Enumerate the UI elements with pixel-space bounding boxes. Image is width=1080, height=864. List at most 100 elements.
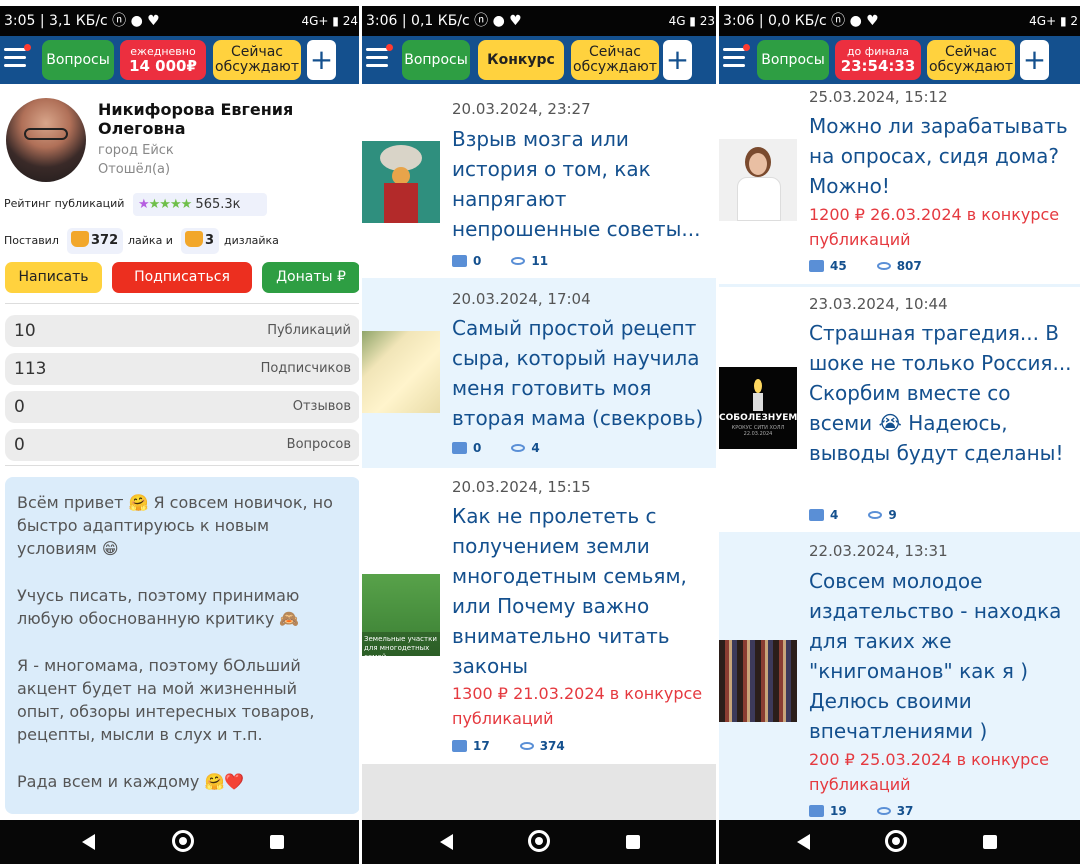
post-meta: 04 <box>452 441 540 455</box>
avatar[interactable] <box>6 98 86 182</box>
post-card[interactable]: 20.03.2024, 17:04 Самый простой рецепт с… <box>362 278 717 468</box>
comment-icon <box>452 442 467 454</box>
eye-icon <box>876 807 891 815</box>
thumbnail-subcaption: КРОКУС СИТИ ХОЛЛ 22.03.2024 <box>731 425 785 437</box>
divider <box>5 465 360 466</box>
post-meta: 17 374 <box>452 739 565 753</box>
post-card[interactable]: 25.03.2024, 15:12 Можно ли зарабатывать … <box>719 84 1080 284</box>
now-discussing-button[interactable]: Сейчас обсуждают <box>213 40 301 80</box>
status-bar: 3:05 | 3,1 КБ/с ⓝ ● ♥ 4G+ ▮ 24 <box>0 6 360 36</box>
add-button[interactable]: + <box>1020 40 1049 80</box>
post-thumbnail: СОБОЛЕЗНУЕМ КРОКУС СИТИ ХОЛЛ 22.03.2024 <box>719 367 797 449</box>
post-date: 20.03.2024, 23:27 <box>452 100 591 118</box>
now-discussing-button[interactable]: Сейчас обсуждают <box>927 40 1015 80</box>
status-right: 4G+ ▮ 24 <box>301 14 359 28</box>
contest-label: Конкурс <box>487 51 555 68</box>
recents-icon[interactable] <box>983 835 997 849</box>
status-bar: 3:06 | 0,0 КБ/с ⓝ ● ♥ 4G+ ▮ 2 <box>719 6 1080 36</box>
post-meta: 19 37 <box>809 804 913 818</box>
write-button[interactable]: Написать <box>5 262 102 293</box>
post-title[interactable]: Самый простой рецепт сыра, который научи… <box>452 313 717 433</box>
home-icon[interactable] <box>172 830 194 852</box>
post-card[interactable]: Земельные участки для многодетных семей … <box>362 468 717 764</box>
final-countdown-button[interactable]: до финала 23:54:33 <box>835 40 921 80</box>
status-bar: 3:06 | 0,1 КБ/с ⓝ ● ♥ 4G ▮ 23 <box>362 6 717 36</box>
post-meta: 45 807 <box>809 259 922 273</box>
stat-subscribers[interactable]: 113 Подписчиков <box>5 353 360 385</box>
add-button[interactable]: + <box>663 40 692 80</box>
system-nav-bar <box>362 820 717 864</box>
eye-icon <box>519 742 534 750</box>
post-thumbnail <box>719 139 797 221</box>
thumbnail-caption: Земельные участки для многодетных семей <box>362 632 440 656</box>
post-card[interactable]: СОБОЛЕЗНУЕМ КРОКУС СИТИ ХОЛЛ 22.03.2024 … <box>719 284 1080 532</box>
now-discussing-button[interactable]: Сейчас обсуждают <box>571 40 659 80</box>
menu-icon[interactable] <box>4 44 31 68</box>
questions-button[interactable]: Вопросы <box>402 40 470 80</box>
questions-button[interactable]: Вопросы <box>757 40 829 80</box>
post-date: 20.03.2024, 15:15 <box>452 478 591 496</box>
post-card[interactable]: 20.03.2024, 23:27 Взрыв мозга или истори… <box>362 84 717 278</box>
daily-prize-button[interactable]: ежедневно 14 000₽ <box>120 40 206 80</box>
now-line1: Сейчас <box>588 44 642 60</box>
about-paragraph: Всём привет 🤗 Я совсем новичок, но быстр… <box>17 493 333 558</box>
eye-icon <box>511 257 526 265</box>
status-left: 3:06 | 0,1 КБ/с ⓝ ● ♥ <box>366 13 522 29</box>
menu-icon[interactable] <box>723 44 750 68</box>
thumbnail-caption: СОБОЛЕЗНУЕМ <box>719 413 797 423</box>
post-date: 22.03.2024, 13:31 <box>809 542 948 560</box>
home-icon[interactable] <box>528 830 550 852</box>
questions-label: Вопросы <box>761 52 825 68</box>
post-title[interactable]: Взрыв мозга или история о том, как напря… <box>452 124 714 244</box>
comments-count: 4 <box>830 508 839 522</box>
questions-button[interactable]: Вопросы <box>42 40 114 80</box>
post-title[interactable]: Можно ли зарабатывать на опросах, сидя д… <box>809 111 1077 201</box>
subscribe-button[interactable]: Подписаться <box>112 262 252 293</box>
stat-value: 0 <box>14 397 25 417</box>
post-meta: 49 <box>809 508 897 522</box>
post-card[interactable]: 22.03.2024, 13:31 Совсем молодое издател… <box>719 532 1080 820</box>
comments-count: 17 <box>473 739 490 753</box>
stat-reviews[interactable]: 0 Отзывов <box>5 391 360 423</box>
eye-icon <box>868 511 883 519</box>
recents-icon[interactable] <box>270 835 284 849</box>
comments-count: 45 <box>830 259 847 273</box>
rating-value: 565.3к <box>195 197 241 212</box>
post-date: 23.03.2024, 10:44 <box>809 295 948 313</box>
back-icon[interactable] <box>440 834 453 850</box>
stat-publications[interactable]: 10 Публикаций <box>5 315 360 347</box>
dislikes-suffix: дизлайка <box>224 234 279 247</box>
about-paragraph: Учусь писать, поэтому принимаю любую обо… <box>17 586 300 628</box>
recents-icon[interactable] <box>626 835 640 849</box>
stat-questions[interactable]: 0 Вопросов <box>5 429 360 461</box>
post-thumbnail <box>362 331 440 413</box>
post-prize: 1200 ₽ 26.03.2024 в конкурсе публикаций <box>809 205 1060 249</box>
back-icon[interactable] <box>797 834 810 850</box>
post-title[interactable]: Совсем молодое издательство - находка дл… <box>809 566 1077 746</box>
views-count: 11 <box>531 254 549 268</box>
profile-screen: 3:05 | 3,1 КБ/с ⓝ ● ♥ 4G+ ▮ 24 Вопросы е… <box>0 0 360 864</box>
menu-icon[interactable] <box>366 44 393 68</box>
donate-button[interactable]: Донаты ₽ <box>262 262 360 293</box>
feed-end <box>362 764 717 820</box>
home-icon[interactable] <box>885 830 907 852</box>
post-date: 20.03.2024, 17:04 <box>452 290 591 308</box>
stars-icon: ★★★★★ <box>138 197 192 212</box>
comments-count: 0 <box>473 254 482 268</box>
likes-mid: лайка и <box>128 234 173 247</box>
contest-button[interactable]: Конкурс <box>478 40 564 80</box>
comment-icon <box>809 260 824 272</box>
views-count: 374 <box>539 739 565 753</box>
plus-icon: + <box>1022 43 1047 76</box>
post-thumbnail <box>719 640 797 722</box>
back-icon[interactable] <box>82 834 95 850</box>
add-button[interactable]: + <box>307 40 336 80</box>
thumb-down-icon <box>185 231 203 247</box>
app-bar: Вопросы до финала 23:54:33 Сейчас обсужд… <box>719 36 1080 84</box>
comments-count: 0 <box>473 441 482 455</box>
notification-dot <box>386 44 393 51</box>
post-title[interactable]: Страшная трагедия... В шоке не только Ро… <box>809 318 1077 468</box>
about-paragraph: Рада всем и каждому 🤗❤️ <box>17 772 245 791</box>
dislikes-badge: 3 <box>181 228 219 254</box>
post-title[interactable]: Как не пролететь с получением земли мног… <box>452 501 714 681</box>
